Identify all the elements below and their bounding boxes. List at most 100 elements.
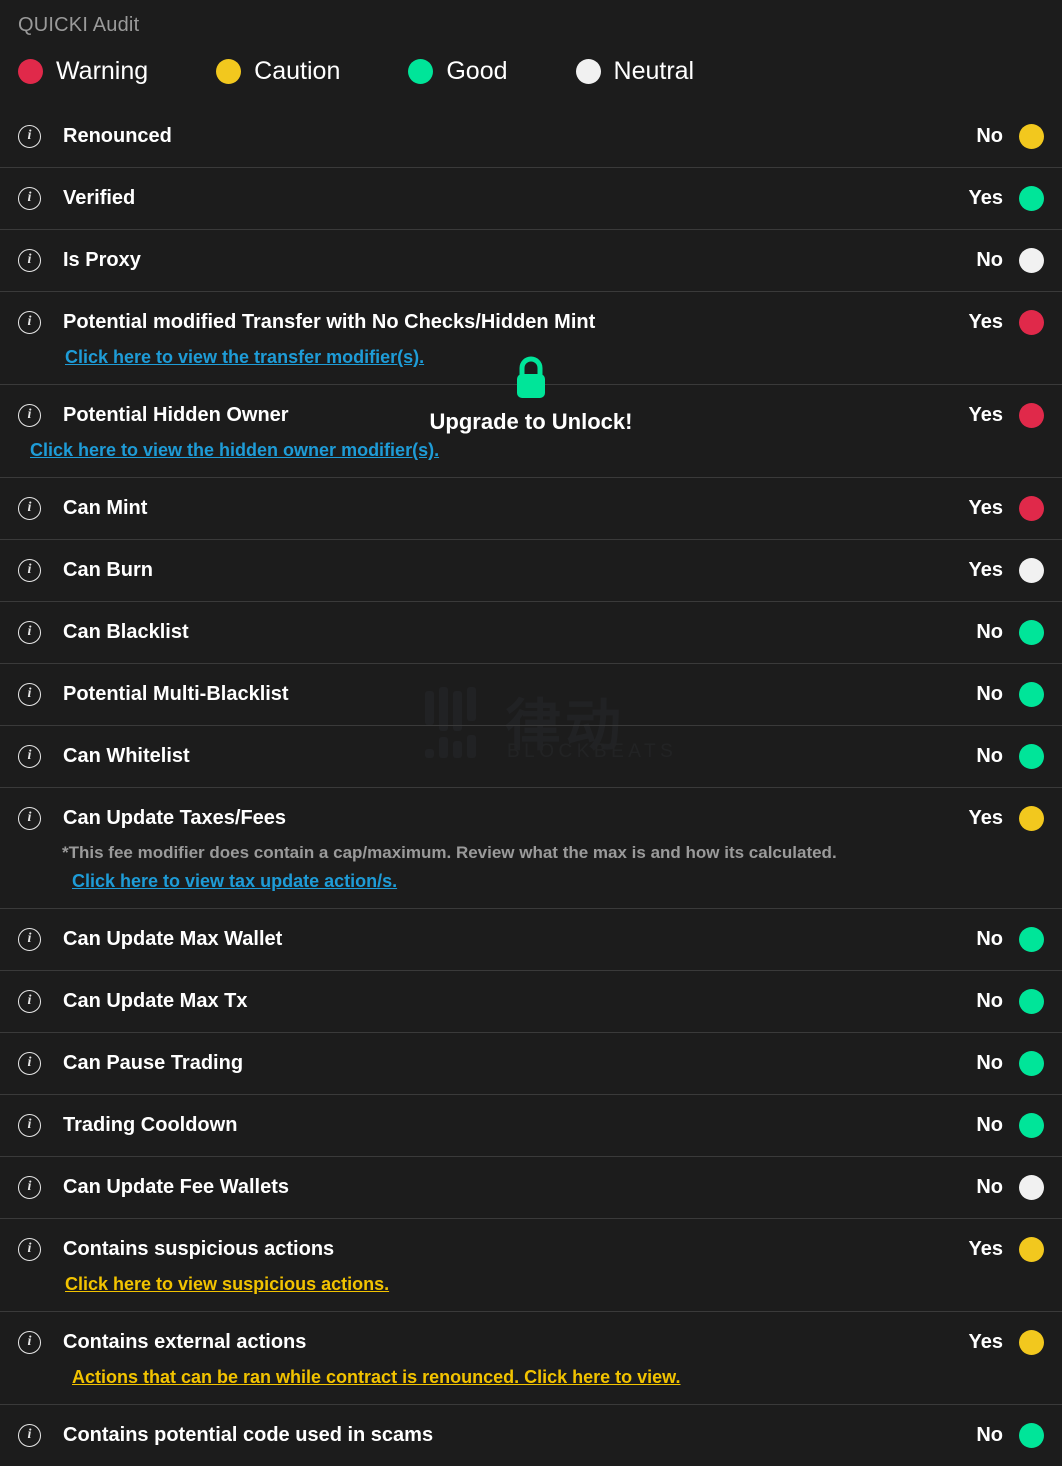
audit-row-link-wrap: Click here to view tax update action/s. <box>18 871 1044 892</box>
info-icon[interactable]: i <box>18 928 41 951</box>
status-dot-neutral <box>1019 248 1044 273</box>
status-dot-caution <box>1019 1330 1044 1355</box>
audit-row-details: Click here to view the hidden owner modi… <box>18 440 1044 477</box>
audit-row-main: iCan Update Taxes/FeesYes <box>18 788 1044 849</box>
status-dot-good <box>1019 1423 1044 1448</box>
info-icon[interactable]: i <box>18 1238 41 1261</box>
warning-dot-icon <box>18 59 43 84</box>
audit-row-main: iPotential Hidden OwnerYes <box>18 385 1044 446</box>
audit-row-label: Can Update Fee Wallets <box>63 1176 976 1199</box>
table-row: iCan WhitelistNo <box>0 725 1062 787</box>
audit-row-link[interactable]: Click here to view tax update action/s. <box>72 871 397 892</box>
legend-item-warning: Warning <box>18 57 148 86</box>
audit-row-value: No <box>976 990 1003 1013</box>
audit-row-main: i RenouncedNo <box>18 106 1044 167</box>
audit-row-main: iVerifiedYes <box>18 168 1044 229</box>
table-row: i Can BlacklistNo <box>0 601 1062 663</box>
table-row: iPotential Multi-BlacklistNo <box>0 663 1062 725</box>
audit-row-value: No <box>976 683 1003 706</box>
audit-row-label: Potential modified Transfer with No Chec… <box>63 311 969 334</box>
audit-row-main: iIs ProxyNo <box>18 230 1044 291</box>
table-row: iIs ProxyNo <box>0 229 1062 291</box>
status-dot-neutral <box>1019 1175 1044 1200</box>
audit-row-value: Yes <box>969 404 1003 427</box>
info-icon[interactable]: i <box>18 1424 41 1447</box>
audit-row-label: Can Update Max Wallet <box>63 928 976 951</box>
info-icon[interactable]: i <box>18 404 41 427</box>
audit-row-link[interactable]: Click here to view suspicious actions. <box>65 1274 389 1295</box>
audit-row-link[interactable]: Click here to view the hidden owner modi… <box>30 440 439 461</box>
status-legend: WarningCautionGoodNeutral <box>0 37 1062 106</box>
audit-row-details: *This fee modifier does contain a cap/ma… <box>18 843 1044 908</box>
audit-row-link[interactable]: Click here to view the transfer modifier… <box>65 347 424 368</box>
status-dot-warning <box>1019 403 1044 428</box>
audit-row-value: Yes <box>969 187 1003 210</box>
info-icon[interactable]: i <box>18 249 41 272</box>
status-dot-caution <box>1019 1237 1044 1262</box>
status-dot-neutral <box>1019 558 1044 583</box>
quicki-audit-panel: QUICKI Audit WarningCautionGoodNeutral i… <box>0 0 1062 1466</box>
audit-row-details: Click here to view the transfer modifier… <box>18 347 1044 384</box>
audit-row-value: Yes <box>969 497 1003 520</box>
audit-row-main: i Contains external actionsYes <box>18 1312 1044 1373</box>
audit-row-value: No <box>976 125 1003 148</box>
audit-row-value: No <box>976 745 1003 768</box>
table-row: iVerifiedYes <box>0 167 1062 229</box>
info-icon[interactable]: i <box>18 1052 41 1075</box>
audit-row-value: Yes <box>969 1331 1003 1354</box>
info-icon[interactable]: i <box>18 187 41 210</box>
audit-row-label: Can Update Max Tx <box>63 990 976 1013</box>
info-icon[interactable]: i <box>18 497 41 520</box>
audit-row-label: Contains external actions <box>63 1331 969 1354</box>
legend-item-neutral: Neutral <box>576 57 695 86</box>
info-icon[interactable]: i <box>18 990 41 1013</box>
audit-row-label: Renounced <box>63 125 976 148</box>
audit-row-details: Actions that can be ran while contract i… <box>18 1367 1044 1404</box>
audit-row-link[interactable]: Actions that can be ran while contract i… <box>72 1367 680 1388</box>
audit-row-note: *This fee modifier does contain a cap/ma… <box>18 843 1044 863</box>
info-icon[interactable]: i <box>18 1176 41 1199</box>
info-icon[interactable]: i <box>18 683 41 706</box>
info-icon[interactable]: i <box>18 311 41 334</box>
audit-row-main: i Potential modified Transfer with No Che… <box>18 292 1044 353</box>
audit-row-main: iContains suspicious actionsYes <box>18 1219 1044 1280</box>
status-dot-caution <box>1019 806 1044 831</box>
legend-item-good: Good <box>408 57 507 86</box>
audit-row-value: No <box>976 1114 1003 1137</box>
info-icon[interactable]: i <box>18 125 41 148</box>
audit-row-value: Yes <box>969 1238 1003 1261</box>
audit-row-label: Can Burn <box>63 559 969 582</box>
audit-row-label: Can Blacklist <box>63 621 976 644</box>
table-row: i Can Update Max TxNo <box>0 970 1062 1032</box>
audit-row-value: No <box>976 1052 1003 1075</box>
info-icon[interactable]: i <box>18 559 41 582</box>
audit-row-label: Trading Cooldown <box>63 1114 976 1137</box>
audit-row-main: i Can BurnYes <box>18 540 1044 601</box>
audit-row-link-wrap: Click here to view suspicious actions. <box>18 1274 1044 1295</box>
caution-dot-icon <box>216 59 241 84</box>
info-icon[interactable]: i <box>18 807 41 830</box>
audit-row-link-wrap: Click here to view the hidden owner modi… <box>18 440 1044 461</box>
info-icon[interactable]: i <box>18 621 41 644</box>
table-row: i Potential modified Transfer with No Che… <box>0 291 1062 384</box>
audit-row-main: iCan MintYes <box>18 478 1044 539</box>
audit-row-value: Yes <box>969 559 1003 582</box>
info-icon[interactable]: i <box>18 1331 41 1354</box>
status-dot-good <box>1019 1113 1044 1138</box>
audit-row-label: Contains potential code used in scams <box>63 1424 976 1447</box>
table-row: iContains suspicious actionsYesClick her… <box>0 1218 1062 1311</box>
audit-row-value: No <box>976 928 1003 951</box>
audit-row-main: i Can BlacklistNo <box>18 602 1044 663</box>
table-row: iCan Update Taxes/FeesYes*This fee modif… <box>0 787 1062 908</box>
audit-row-main: i Can Update Max WalletNo <box>18 909 1044 970</box>
good-dot-icon <box>408 59 433 84</box>
audit-row-value: No <box>976 621 1003 644</box>
audit-row-label: Can Update Taxes/Fees <box>63 807 969 830</box>
audit-rows-list: iRenouncedNoiVerifiedYesiIs ProxyNoiPote… <box>0 106 1062 1466</box>
info-icon[interactable]: i <box>18 745 41 768</box>
audit-row-label: Can Pause Trading <box>63 1052 976 1075</box>
status-dot-good <box>1019 927 1044 952</box>
info-icon[interactable]: i <box>18 1114 41 1137</box>
audit-row-value: No <box>976 249 1003 272</box>
table-row: iCan MintYes <box>0 477 1062 539</box>
